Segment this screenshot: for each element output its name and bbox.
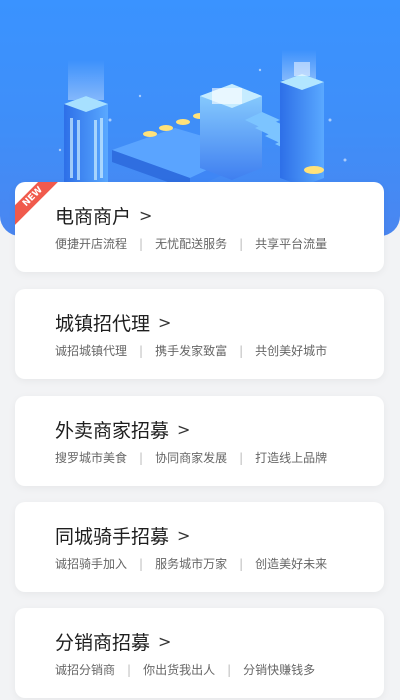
tag-separator: |: [239, 450, 244, 465]
tag: 你出货我出人: [143, 663, 216, 677]
card-title: 电商商户: [55, 206, 132, 228]
card-tags: 诚招骑手加入 | 服务城市万家 | 创造美好未来: [55, 555, 364, 572]
tag: 服务城市万家: [155, 557, 228, 571]
tag: 协同商家发展: [155, 451, 228, 465]
tag: 创造美好未来: [255, 557, 328, 571]
tag: 携手发家致富: [155, 344, 228, 358]
tag-separator: |: [139, 343, 144, 358]
card-title: 同城骑手招募: [55, 526, 170, 548]
card-takeout-merchant[interactable]: 外卖商家招募 > 搜罗城市美食 | 协同商家发展 | 打造线上品牌: [15, 396, 384, 486]
tag-separator: |: [227, 662, 232, 677]
tag-separator: |: [239, 343, 244, 358]
tag: 便捷开店流程: [55, 237, 128, 251]
tag: 共享平台流量: [255, 237, 328, 251]
card-tags: 便捷开店流程 | 无忧配送服务 | 共享平台流量: [55, 235, 364, 252]
tag-separator: |: [127, 662, 132, 677]
card-ecommerce-merchant[interactable]: NEW 电商商户 > 便捷开店流程 | 无忧配送服务 | 共享平台流量: [15, 182, 384, 272]
tag-separator: |: [239, 556, 244, 571]
chevron-right-icon: >: [158, 632, 172, 651]
card-tags: 诚招城镇代理 | 携手发家致富 | 共创美好城市: [55, 342, 364, 359]
tag: 无忧配送服务: [155, 237, 228, 251]
card-title: 城镇招代理: [55, 313, 151, 335]
card-distributor-recruit[interactable]: 分销商招募 > 诚招分销商 | 你出货我出人 | 分销快赚钱多: [15, 608, 384, 698]
tag: 诚招分销商: [55, 663, 116, 677]
chevron-right-icon: >: [139, 206, 153, 225]
chevron-right-icon: >: [158, 313, 172, 332]
chevron-right-icon: >: [177, 526, 191, 545]
card-town-agent[interactable]: 城镇招代理 > 诚招城镇代理 | 携手发家致富 | 共创美好城市: [15, 289, 384, 379]
card-rider-recruit[interactable]: 同城骑手招募 > 诚招骑手加入 | 服务城市万家 | 创造美好未来: [15, 502, 384, 592]
tag: 分销快赚钱多: [243, 663, 316, 677]
tag-separator: |: [139, 236, 144, 251]
tag-separator: |: [139, 556, 144, 571]
tag-separator: |: [139, 450, 144, 465]
tag: 诚招城镇代理: [55, 344, 128, 358]
card-tags: 诚招分销商 | 你出货我出人 | 分销快赚钱多: [55, 661, 364, 678]
card-title: 外卖商家招募: [55, 420, 170, 442]
tag: 搜罗城市美食: [55, 451, 128, 465]
tag-separator: |: [239, 236, 244, 251]
tag: 诚招骑手加入: [55, 557, 128, 571]
card-tags: 搜罗城市美食 | 协同商家发展 | 打造线上品牌: [55, 449, 364, 466]
chevron-right-icon: >: [177, 420, 191, 439]
card-title: 分销商招募: [55, 632, 151, 654]
tag: 共创美好城市: [255, 344, 328, 358]
tag: 打造线上品牌: [255, 451, 328, 465]
